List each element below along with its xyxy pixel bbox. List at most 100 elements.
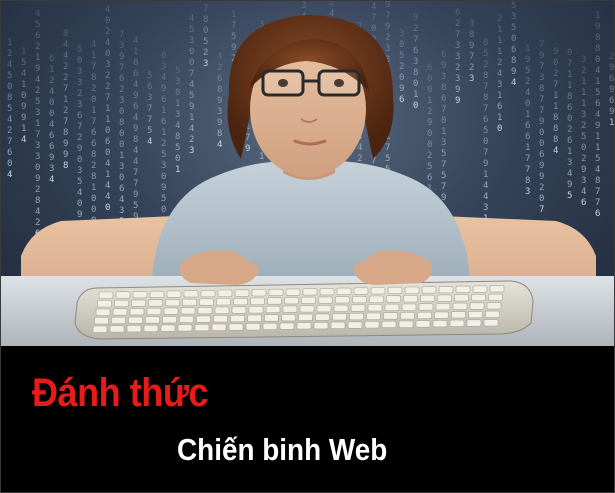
- svg-text:4: 4: [21, 69, 26, 79]
- svg-text:8: 8: [133, 135, 138, 145]
- svg-text:9: 9: [231, 43, 236, 53]
- svg-text:5: 5: [35, 97, 40, 107]
- svg-text:9: 9: [609, 85, 614, 95]
- svg-text:9: 9: [455, 96, 460, 106]
- svg-text:3: 3: [511, 12, 516, 22]
- svg-text:3: 3: [77, 78, 82, 88]
- svg-text:2: 2: [483, 60, 488, 70]
- svg-text:6: 6: [133, 69, 138, 79]
- svg-text:9: 9: [483, 159, 488, 169]
- svg-text:4: 4: [525, 88, 530, 98]
- svg-text:2: 2: [63, 62, 68, 72]
- svg-text:3: 3: [77, 166, 82, 176]
- svg-text:9: 9: [455, 85, 460, 95]
- svg-text:7: 7: [147, 104, 152, 114]
- svg-text:2: 2: [553, 69, 558, 79]
- svg-text:3: 3: [147, 93, 152, 103]
- svg-text:2: 2: [581, 66, 586, 76]
- svg-text:3: 3: [581, 110, 586, 120]
- svg-text:1: 1: [49, 65, 54, 75]
- svg-text:1: 1: [483, 170, 488, 180]
- svg-text:0: 0: [581, 143, 586, 153]
- svg-text:9: 9: [217, 118, 222, 128]
- svg-text:5: 5: [441, 171, 446, 181]
- svg-text:3: 3: [119, 96, 124, 106]
- svg-text:4: 4: [119, 195, 124, 205]
- svg-text:8: 8: [483, 93, 488, 103]
- svg-text:4: 4: [483, 192, 488, 202]
- svg-text:2: 2: [35, 218, 40, 228]
- svg-text:0: 0: [539, 139, 544, 149]
- svg-text:0: 0: [77, 56, 82, 66]
- svg-text:4: 4: [189, 80, 194, 90]
- svg-text:8: 8: [539, 84, 544, 94]
- svg-text:4: 4: [133, 36, 138, 46]
- keyboard: [74, 280, 534, 340]
- svg-text:0: 0: [77, 199, 82, 209]
- svg-text:3: 3: [119, 41, 124, 51]
- svg-text:4: 4: [147, 137, 152, 147]
- svg-text:5: 5: [35, 20, 40, 30]
- svg-text:0: 0: [483, 137, 488, 147]
- svg-text:4: 4: [77, 188, 82, 198]
- svg-text:3: 3: [413, 57, 418, 67]
- svg-text:3: 3: [217, 107, 222, 117]
- svg-text:3: 3: [35, 108, 40, 118]
- svg-text:6: 6: [581, 198, 586, 208]
- svg-text:9: 9: [77, 210, 82, 220]
- svg-text:7: 7: [119, 30, 124, 40]
- svg-text:3: 3: [161, 161, 166, 171]
- svg-text:7: 7: [77, 122, 82, 132]
- svg-text:6: 6: [483, 115, 488, 125]
- svg-text:8: 8: [413, 68, 418, 78]
- svg-text:9: 9: [553, 47, 558, 57]
- svg-text:6: 6: [567, 136, 572, 146]
- svg-text:9: 9: [35, 64, 40, 74]
- svg-text:8: 8: [553, 135, 558, 145]
- svg-text:1: 1: [91, 106, 96, 116]
- svg-text:0: 0: [119, 107, 124, 117]
- svg-text:5: 5: [161, 194, 166, 204]
- svg-text:7: 7: [413, 35, 418, 45]
- svg-text:4: 4: [35, 9, 40, 19]
- svg-text:2: 2: [49, 76, 54, 86]
- svg-text:0: 0: [175, 154, 180, 164]
- svg-text:2: 2: [203, 48, 208, 58]
- svg-text:4: 4: [49, 175, 54, 185]
- svg-text:9: 9: [49, 153, 54, 163]
- svg-text:5: 5: [385, 154, 390, 164]
- svg-text:7: 7: [63, 117, 68, 127]
- svg-text:8: 8: [441, 83, 446, 93]
- svg-text:8: 8: [7, 93, 12, 103]
- svg-text:1: 1: [553, 91, 558, 101]
- svg-text:1: 1: [63, 95, 68, 105]
- svg-text:0: 0: [7, 82, 12, 92]
- svg-text:4: 4: [63, 40, 68, 50]
- svg-text:6: 6: [427, 63, 432, 73]
- svg-text:6: 6: [49, 54, 54, 64]
- svg-text:0: 0: [497, 124, 502, 134]
- svg-text:2: 2: [581, 121, 586, 131]
- svg-text:1: 1: [427, 96, 432, 106]
- svg-text:6: 6: [161, 95, 166, 105]
- svg-text:2: 2: [7, 126, 12, 136]
- svg-text:8: 8: [525, 176, 530, 186]
- svg-text:1: 1: [175, 99, 180, 109]
- svg-text:6: 6: [567, 103, 572, 113]
- svg-text:3: 3: [539, 73, 544, 83]
- svg-text:4: 4: [105, 5, 110, 15]
- hero-photo: 1245085427604154109914456219425317330928…: [1, 1, 614, 346]
- caption-area: Đánh thức Chiến binh Web: [1, 346, 614, 492]
- svg-text:9: 9: [385, 22, 390, 32]
- svg-text:2: 2: [329, 1, 334, 8]
- headline: Đánh thức: [32, 371, 209, 415]
- svg-text:2: 2: [497, 14, 502, 24]
- svg-text:2: 2: [385, 33, 390, 43]
- svg-text:8: 8: [63, 161, 68, 171]
- svg-text:7: 7: [525, 165, 530, 175]
- svg-text:9: 9: [133, 91, 138, 101]
- svg-text:9: 9: [441, 61, 446, 71]
- svg-text:6: 6: [49, 142, 54, 152]
- svg-text:7: 7: [133, 179, 138, 189]
- svg-text:7: 7: [63, 84, 68, 94]
